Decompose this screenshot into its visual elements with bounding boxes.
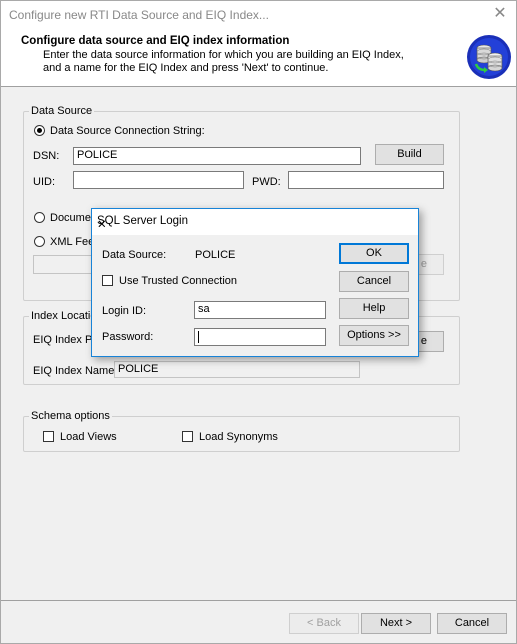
- dsn-label: DSN:: [33, 150, 60, 162]
- next-button[interactable]: Next >: [361, 613, 431, 634]
- window-close-icon[interactable]: ✕: [490, 4, 510, 24]
- xml-feed-radio[interactable]: [34, 236, 45, 247]
- database-stack-icon: [467, 35, 511, 79]
- login-ok-button[interactable]: OK: [339, 243, 409, 264]
- login-help-button[interactable]: Help: [339, 298, 409, 319]
- pwd-label: PWD:: [252, 176, 281, 188]
- load-views-checkbox[interactable]: [43, 431, 54, 442]
- wizard-header: Configure data source and EIQ index info…: [1, 29, 516, 87]
- window-titlebar: Configure new RTI Data Source and EIQ In…: [1, 1, 516, 29]
- window-title: Configure new RTI Data Source and EIQ In…: [9, 8, 269, 22]
- configure-wizard-window: Configure new RTI Data Source and EIQ In…: [0, 0, 517, 644]
- xml-feed-label: XML Fee: [50, 236, 95, 248]
- password-input[interactable]: [194, 328, 326, 346]
- back-button: < Back: [289, 613, 359, 634]
- conn-string-radio[interactable]: [34, 125, 45, 136]
- header-title: Configure data source and EIQ index info…: [21, 35, 290, 47]
- load-synonyms-checkbox[interactable]: [182, 431, 193, 442]
- header-description: Enter the data source information for wh…: [43, 49, 404, 74]
- load-views-label: Load Views: [60, 431, 117, 443]
- trusted-connection-checkbox[interactable]: [102, 275, 113, 286]
- login-cancel-button[interactable]: Cancel: [339, 271, 409, 292]
- dsn-input[interactable]: POLICE: [73, 147, 361, 165]
- index-name-input[interactable]: POLICE: [114, 361, 360, 378]
- load-synonyms-label: Load Synonyms: [199, 431, 278, 443]
- pwd-input[interactable]: [288, 171, 444, 189]
- conn-string-label: Data Source Connection String:: [50, 125, 205, 137]
- build-button[interactable]: Build: [375, 144, 444, 165]
- data-source-legend: Data Source: [31, 105, 93, 117]
- password-label: Password:: [102, 331, 154, 343]
- login-dialog-titlebar: SQL Server Login ✕: [92, 209, 418, 235]
- schema-options-legend: Schema options: [31, 410, 110, 422]
- cancel-button[interactable]: Cancel: [437, 613, 507, 634]
- login-id-input[interactable]: sa: [194, 301, 326, 319]
- login-id-label: Login ID:: [102, 305, 147, 317]
- login-data-source-value: POLICE: [195, 249, 236, 261]
- document-radio[interactable]: [34, 212, 45, 223]
- login-data-source-label: Data Source:: [102, 249, 167, 261]
- trusted-connection-label: Use Trusted Connection: [119, 275, 238, 287]
- sql-server-login-dialog: SQL Server Login ✕ Data Source: POLICE U…: [91, 208, 419, 357]
- index-location-legend: Index Locatio: [31, 310, 97, 322]
- login-options-button[interactable]: Options >>: [339, 325, 409, 346]
- login-close-icon[interactable]: ✕: [97, 215, 413, 235]
- password-caret: [198, 331, 199, 343]
- uid-label: UID:: [33, 176, 55, 188]
- index-name-label: EIQ Index Name:: [33, 365, 118, 377]
- index-path-label: EIQ Index Pa: [33, 334, 99, 346]
- footer-separator: [1, 600, 516, 601]
- uid-input[interactable]: [73, 171, 244, 189]
